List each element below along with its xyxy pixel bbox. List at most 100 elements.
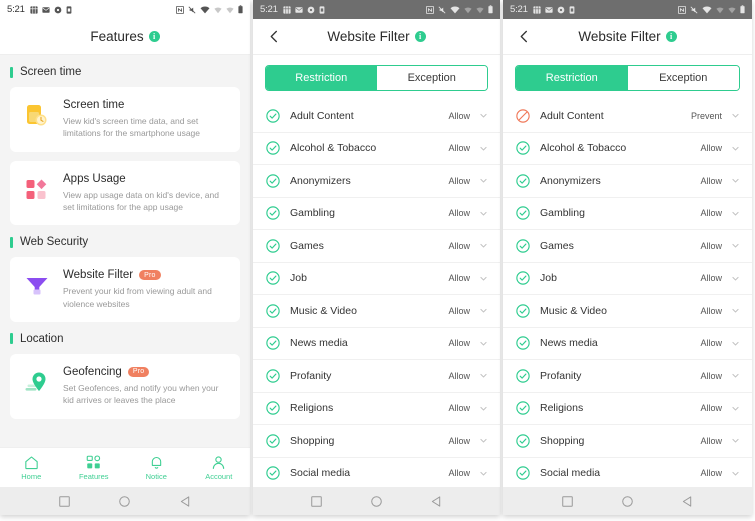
allow-check-icon[interactable]: [266, 369, 280, 383]
tab-restriction[interactable]: Restriction: [266, 66, 377, 90]
chevron-down-icon[interactable]: [479, 306, 488, 315]
status-bar-right-icons: [426, 5, 493, 14]
tab-exception[interactable]: Exception: [627, 66, 739, 90]
chevron-down-icon[interactable]: [479, 111, 488, 120]
bottom-nav-item-account[interactable]: Account: [188, 455, 251, 481]
filter-row[interactable]: Adult Content Prevent: [503, 100, 752, 133]
filter-row[interactable]: Alcohol & Tobacco Allow: [503, 133, 752, 165]
bottom-nav-item-notice[interactable]: Notice: [125, 455, 188, 481]
allow-check-icon[interactable]: [516, 369, 530, 383]
feature-card-geofencing[interactable]: Geofencing Pro Set Geofences, and notify…: [10, 353, 240, 419]
feature-card-website-filter[interactable]: Website Filter Pro Prevent your kid from…: [10, 257, 240, 322]
recents-square-icon[interactable]: [59, 495, 70, 507]
filter-row[interactable]: Gambling Allow: [503, 198, 752, 230]
bottom-nav-item-features[interactable]: Features: [63, 454, 126, 481]
bottom-nav-item-home[interactable]: Home: [0, 455, 63, 481]
chevron-down-icon[interactable]: [731, 436, 740, 445]
chevron-down-icon[interactable]: [479, 274, 488, 283]
chevron-down-icon[interactable]: [731, 209, 740, 218]
filter-row[interactable]: Music & Video Allow: [253, 295, 500, 328]
home-circle-icon[interactable]: [119, 495, 131, 507]
prevent-circle-icon[interactable]: [516, 109, 530, 123]
chevron-left-icon[interactable]: [265, 28, 283, 46]
chevron-down-icon[interactable]: [731, 469, 740, 478]
allow-check-icon[interactable]: [266, 174, 280, 188]
allow-check-icon[interactable]: [516, 434, 530, 448]
allow-check-icon[interactable]: [266, 271, 280, 285]
chevron-down-icon[interactable]: [479, 241, 488, 250]
chevron-down-icon[interactable]: [479, 339, 488, 348]
home-circle-icon[interactable]: [371, 495, 382, 507]
filter-row[interactable]: Profanity Allow: [503, 360, 752, 393]
allow-check-icon[interactable]: [266, 141, 280, 155]
filter-row[interactable]: Social media Allow: [253, 458, 500, 488]
home-circle-icon[interactable]: [622, 495, 633, 507]
filter-row[interactable]: Social media Allow: [503, 458, 752, 488]
filter-row[interactable]: Alcohol & Tobacco Allow: [253, 133, 500, 165]
allow-check-icon[interactable]: [266, 206, 280, 220]
filter-row[interactable]: Music & Video Allow: [503, 295, 752, 328]
chevron-down-icon[interactable]: [731, 339, 740, 348]
allow-check-icon[interactable]: [516, 141, 530, 155]
chevron-left-icon[interactable]: [515, 28, 533, 46]
filter-row[interactable]: Job Allow: [253, 263, 500, 295]
info-icon[interactable]: i: [414, 31, 426, 42]
info-icon[interactable]: i: [148, 31, 160, 42]
chevron-down-icon[interactable]: [731, 274, 740, 283]
filter-row[interactable]: News media Allow: [503, 328, 752, 360]
back-triangle-icon[interactable]: [682, 495, 693, 507]
allow-check-icon[interactable]: [516, 174, 530, 188]
feature-card-apps-usage[interactable]: Apps Usage View app usage data on kid's …: [10, 160, 240, 226]
filter-row[interactable]: Shopping Allow: [253, 425, 500, 458]
allow-check-icon[interactable]: [516, 271, 530, 285]
filter-row[interactable]: Profanity Allow: [253, 360, 500, 393]
chevron-down-icon[interactable]: [731, 144, 740, 153]
allow-check-icon[interactable]: [266, 401, 280, 415]
filter-row[interactable]: News media Allow: [253, 328, 500, 360]
filter-row[interactable]: Games Allow: [503, 230, 752, 263]
filter-row[interactable]: Adult Content Allow: [253, 100, 500, 133]
filter-row-label: Job: [290, 272, 307, 285]
allow-check-icon[interactable]: [516, 401, 530, 415]
filter-row[interactable]: Games Allow: [253, 230, 500, 263]
allow-check-icon[interactable]: [516, 466, 530, 480]
allow-check-icon[interactable]: [516, 304, 530, 318]
allow-check-icon[interactable]: [266, 109, 280, 123]
filter-row[interactable]: Religions Allow: [253, 393, 500, 425]
chevron-down-icon[interactable]: [479, 469, 488, 478]
back-triangle-icon[interactable]: [180, 495, 191, 507]
allow-check-icon[interactable]: [266, 434, 280, 448]
chevron-down-icon[interactable]: [479, 176, 488, 185]
allow-check-icon[interactable]: [266, 466, 280, 480]
filter-row[interactable]: Shopping Allow: [503, 425, 752, 458]
chevron-down-icon[interactable]: [479, 144, 488, 153]
recents-square-icon[interactable]: [561, 495, 573, 507]
chevron-down-icon[interactable]: [731, 404, 740, 413]
chevron-down-icon[interactable]: [479, 209, 488, 218]
allow-check-icon[interactable]: [266, 304, 280, 318]
back-triangle-icon[interactable]: [431, 495, 442, 507]
filter-row[interactable]: Job Allow: [503, 263, 752, 295]
chevron-down-icon[interactable]: [731, 176, 740, 185]
chevron-down-icon[interactable]: [731, 306, 740, 315]
allow-check-icon[interactable]: [516, 336, 530, 350]
chevron-down-icon[interactable]: [731, 111, 740, 120]
allow-check-icon[interactable]: [516, 239, 530, 253]
chevron-down-icon[interactable]: [731, 371, 740, 380]
feature-card-screen-time[interactable]: Screen time View kid's screen time data,…: [10, 87, 240, 152]
allow-check-icon[interactable]: [516, 206, 530, 220]
chevron-down-icon[interactable]: [731, 241, 740, 250]
filter-row[interactable]: Gambling Allow: [253, 198, 500, 230]
chevron-down-icon[interactable]: [479, 436, 488, 445]
filter-row[interactable]: Anonymizers Allow: [503, 165, 752, 198]
recents-square-icon[interactable]: [311, 495, 323, 507]
filter-row[interactable]: Religions Allow: [503, 393, 752, 425]
allow-check-icon[interactable]: [266, 336, 280, 350]
chevron-down-icon[interactable]: [479, 404, 488, 413]
filter-row[interactable]: Anonymizers Allow: [253, 165, 500, 198]
chevron-down-icon[interactable]: [479, 371, 488, 380]
tab-restriction[interactable]: Restriction: [516, 66, 628, 90]
info-icon[interactable]: i: [665, 31, 677, 42]
allow-check-icon[interactable]: [266, 239, 280, 253]
tab-exception[interactable]: Exception: [376, 66, 487, 90]
